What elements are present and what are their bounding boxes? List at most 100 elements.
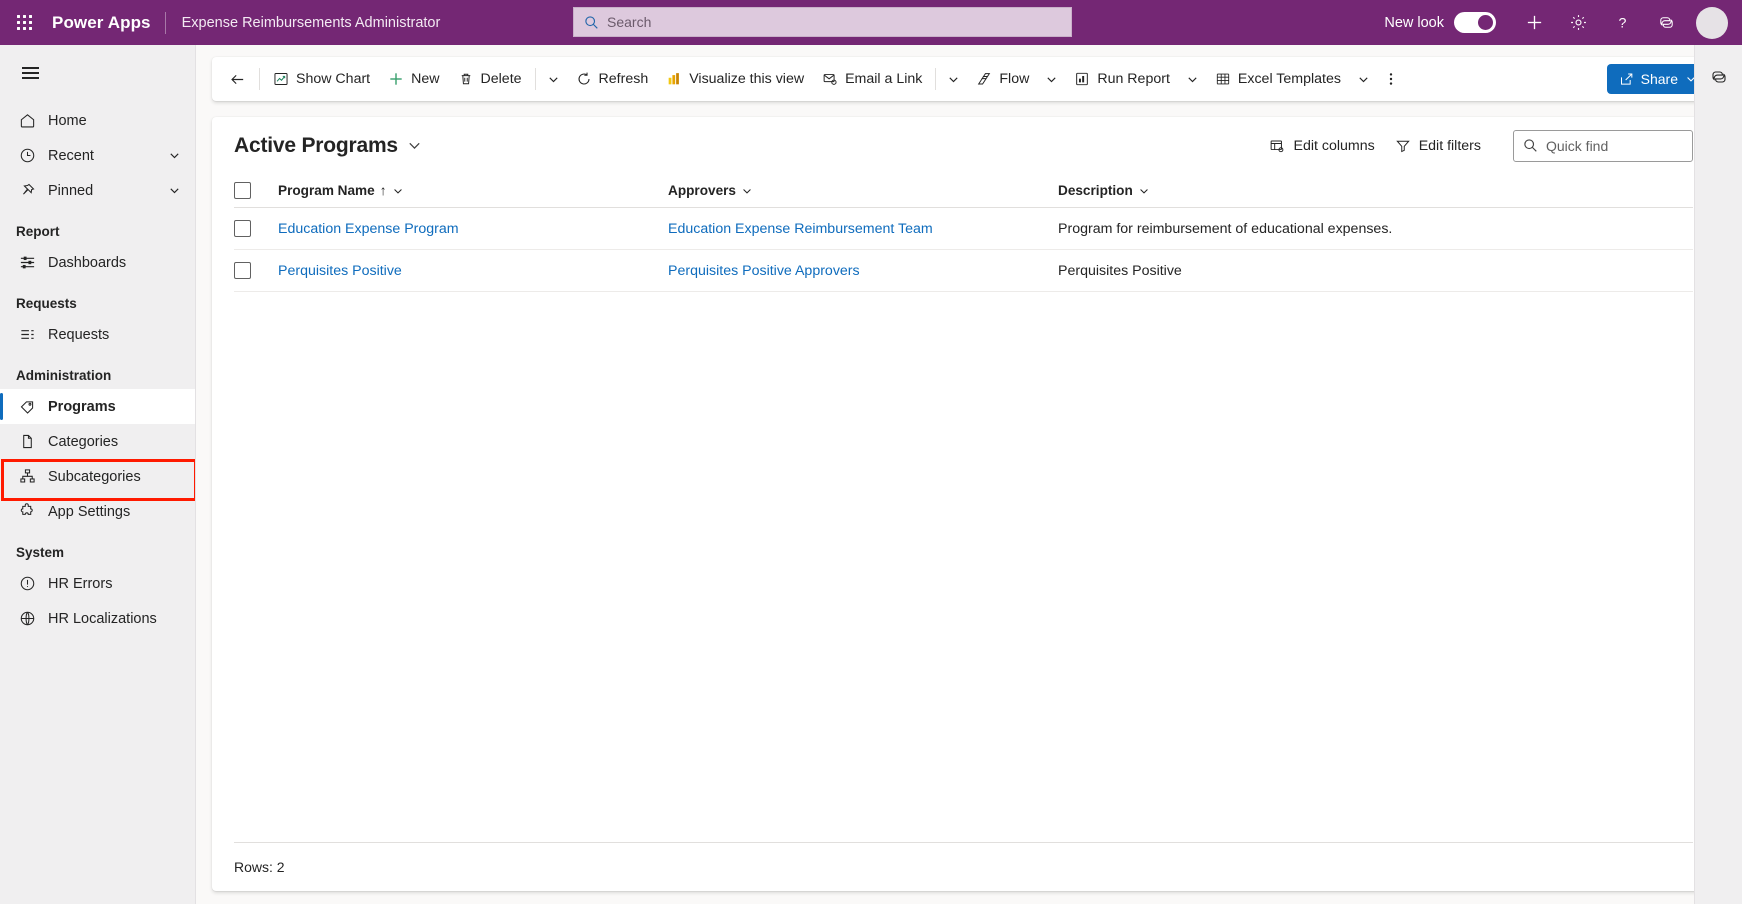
chevron-down-icon[interactable] <box>1138 185 1150 197</box>
flow-icon <box>976 71 992 87</box>
edit-columns-button[interactable]: Edit columns <box>1259 130 1384 162</box>
more-options-icon[interactable] <box>1377 62 1405 96</box>
refresh-icon <box>576 71 592 87</box>
flow-button[interactable]: Flow <box>967 62 1038 96</box>
sidebar-item-label: Pinned <box>48 182 94 199</box>
sidebar-item-hr-errors[interactable]: HR Errors <box>0 566 195 601</box>
chevron-down-icon[interactable] <box>168 149 181 162</box>
sidebar-item-app-settings[interactable]: App Settings <box>0 494 195 529</box>
sidebar-group-system: System <box>16 545 65 560</box>
back-button[interactable] <box>220 62 255 96</box>
sidebar-item-label: HR Localizations <box>48 610 157 627</box>
app-name: Expense Reimbursements Administrator <box>181 14 441 31</box>
search-icon <box>1523 138 1538 153</box>
sidebar-item-label: Requests <box>48 326 110 343</box>
column-label: Program Name <box>278 183 375 198</box>
quick-find-input[interactable] <box>1546 137 1683 154</box>
app-launcher-button[interactable] <box>0 0 48 45</box>
sidebar-item-requests[interactable]: Requests <box>0 317 195 352</box>
new-look-label: New look <box>1384 14 1444 31</box>
cell-program-name: Education Expense Program <box>278 220 668 238</box>
sidebar-group-administration: Administration <box>16 368 112 383</box>
select-all-cell[interactable] <box>234 182 278 199</box>
brand-title[interactable]: Power Apps <box>48 13 165 33</box>
chevron-down-icon[interactable] <box>168 184 181 197</box>
sidebar-item-home[interactable]: Home <box>0 103 195 138</box>
chart-icon <box>273 71 289 87</box>
new-look-toggle[interactable] <box>1454 12 1496 33</box>
new-button[interactable]: New <box>379 62 448 96</box>
sidebar: Home Recent Pinned Report Dashboards Req… <box>0 45 196 904</box>
table-row[interactable]: Perquisites Positive Perquisites Positiv… <box>234 250 1693 292</box>
delete-button[interactable]: Delete <box>449 62 531 96</box>
cell-description: Perquisites Positive <box>1058 262 1182 279</box>
run-report-caret[interactable] <box>1179 62 1206 96</box>
email-a-link-button[interactable]: Email a Link <box>813 62 931 96</box>
add-button[interactable] <box>1512 0 1556 45</box>
copilot-icon[interactable] <box>1703 61 1735 93</box>
edit-filters-label: Edit filters <box>1418 137 1481 154</box>
view-header: Active Programs Edit columns Edit filter… <box>212 117 1715 174</box>
page-title[interactable]: Active Programs <box>234 134 398 158</box>
excel-templates-button[interactable]: Excel Templates <box>1206 62 1350 96</box>
table-row[interactable]: Education Expense Program Education Expe… <box>234 208 1693 250</box>
row-select-cell[interactable] <box>234 262 278 279</box>
help-button[interactable]: ? <box>1600 0 1644 45</box>
error-circle-icon <box>16 575 38 593</box>
quick-find[interactable] <box>1513 129 1693 162</box>
sidebar-item-pinned[interactable]: Pinned <box>0 173 195 208</box>
excel-templates-caret[interactable] <box>1350 62 1377 96</box>
sidebar-item-label: App Settings <box>48 503 131 520</box>
program-name-link[interactable]: Education Expense Program <box>278 221 459 237</box>
sidebar-item-dashboards[interactable]: Dashboards <box>0 245 195 280</box>
plus-icon <box>388 71 404 87</box>
clock-icon <box>16 147 38 165</box>
row-checkbox[interactable] <box>234 220 251 237</box>
pin-icon <box>16 182 38 200</box>
sidebar-item-programs[interactable]: Programs <box>0 389 195 424</box>
column-header-program-name[interactable]: Program Name ↑ <box>278 183 668 198</box>
command-label: Show Chart <box>296 71 371 87</box>
row-select-cell[interactable] <box>234 220 278 237</box>
command-divider <box>935 68 937 90</box>
email-overflow-caret[interactable] <box>940 62 967 96</box>
select-all-checkbox[interactable] <box>234 182 251 199</box>
show-chart-button[interactable]: Show Chart <box>264 62 379 96</box>
excel-icon <box>1215 71 1231 87</box>
sidebar-group-requests: Requests <box>16 296 77 311</box>
copilot-icon[interactable] <box>1644 0 1688 45</box>
sidebar-item-label: Programs <box>48 398 116 415</box>
approvers-link[interactable]: Perquisites Positive Approvers <box>668 263 860 279</box>
sidebar-item-categories[interactable]: Categories <box>0 424 195 459</box>
dashboard-icon <box>16 254 38 272</box>
sidebar-item-hr-localizations[interactable]: HR Localizations <box>0 601 195 636</box>
visualize-this-view-button[interactable]: Visualize this view <box>657 62 813 96</box>
settings-button[interactable] <box>1556 0 1600 45</box>
chevron-down-icon[interactable] <box>392 185 404 197</box>
program-name-link[interactable]: Perquisites Positive <box>278 263 402 279</box>
edit-filters-button[interactable]: Edit filters <box>1385 130 1491 162</box>
sidebar-group-report: Report <box>16 224 60 239</box>
column-header-description[interactable]: Description <box>1058 183 1693 198</box>
waffle-icon <box>16 15 32 30</box>
avatar[interactable] <box>1696 6 1728 39</box>
edit-columns-icon <box>1269 138 1285 154</box>
approvers-link[interactable]: Education Expense Reimbursement Team <box>668 221 933 237</box>
sidebar-item-label: Subcategories <box>48 468 141 485</box>
global-search[interactable] <box>573 7 1072 37</box>
column-header-approvers[interactable]: Approvers <box>668 183 1058 198</box>
flow-caret[interactable] <box>1038 62 1065 96</box>
row-checkbox[interactable] <box>234 262 251 279</box>
sidebar-collapse-button[interactable] <box>8 51 52 95</box>
search-input[interactable] <box>607 14 1061 30</box>
sidebar-item-recent[interactable]: Recent <box>0 138 195 173</box>
sidebar-item-subcategories[interactable]: Subcategories <box>0 459 195 494</box>
view-selector-chevron-down-icon[interactable] <box>407 138 422 153</box>
puzzle-icon <box>16 503 38 521</box>
refresh-button[interactable]: Refresh <box>567 62 658 96</box>
delete-overflow-caret[interactable] <box>540 62 567 96</box>
cell-program-name: Perquisites Positive <box>278 262 668 280</box>
command-label: Delete <box>480 71 522 87</box>
run-report-button[interactable]: Run Report <box>1065 62 1179 96</box>
chevron-down-icon[interactable] <box>741 185 753 197</box>
